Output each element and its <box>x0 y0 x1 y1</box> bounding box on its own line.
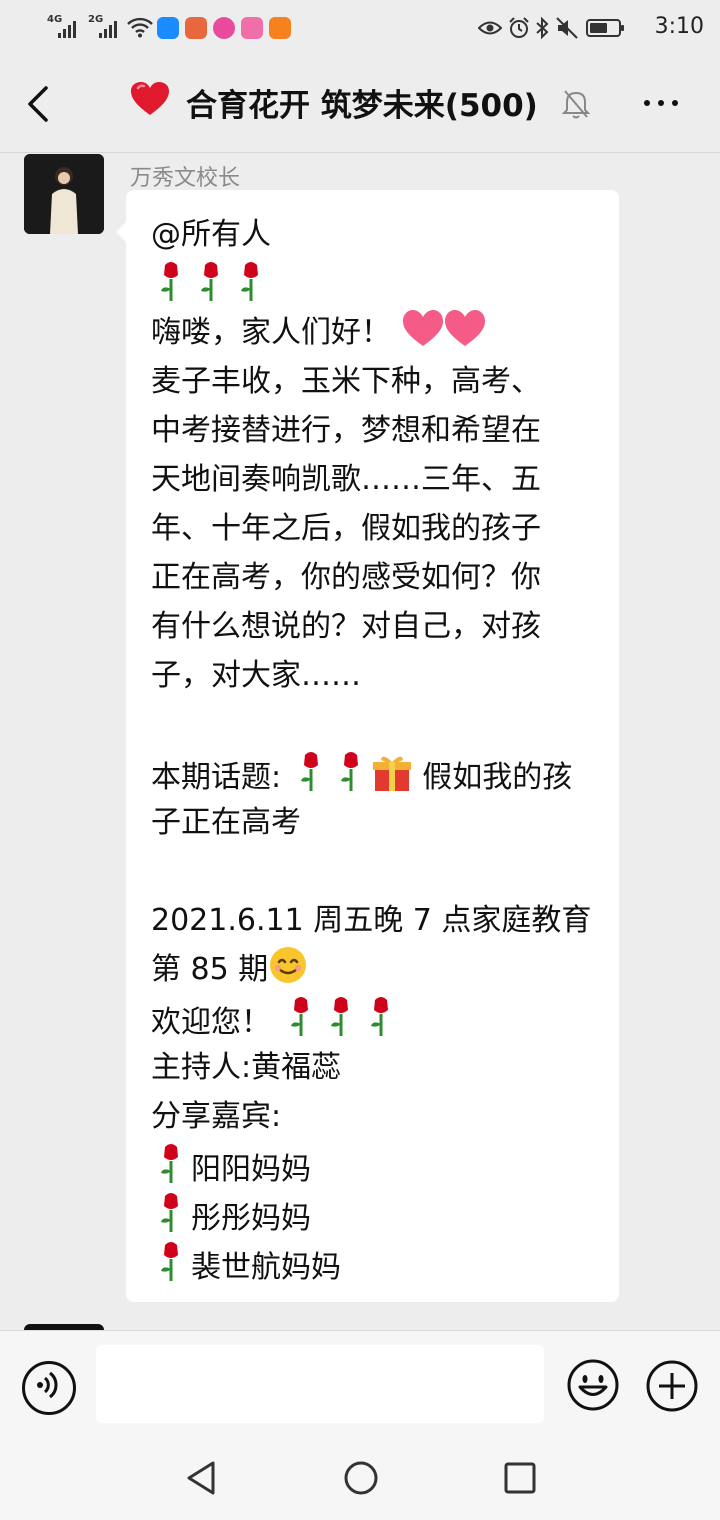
message-line: 年、十年之后，假如我的孩子 <box>151 511 541 546</box>
chat-title-text: 合育花开 筑梦未来(500) <box>186 88 538 124</box>
sender-avatar[interactable] <box>24 154 104 234</box>
message-line: 中考接替进行，梦想和希望在 <box>151 413 541 448</box>
message-text: @所有人 嗨喽，家人们好！ 麦子丰收，玉米下种，高考、 中考接替进行，梦想和希望… <box>151 210 601 1288</box>
more-options-icon[interactable] <box>644 100 678 106</box>
message-line: @所有人 <box>151 217 271 252</box>
gift-icon <box>371 753 413 808</box>
mute-icon <box>555 16 579 44</box>
browser-app-icon <box>269 17 291 39</box>
add-more-icon[interactable] <box>645 1359 699 1417</box>
message-line: 2021.6.11 周五晚 7 点家庭教育 <box>151 903 592 938</box>
message-line: 正在高考，你的感受如何？你 <box>151 560 541 595</box>
status-bar: 4G 2G 3:10 <box>0 0 720 58</box>
emoji-icon[interactable] <box>566 1358 620 1416</box>
clock-time: 3:10 <box>654 14 704 39</box>
message-line: 欢迎您！ <box>151 994 601 1043</box>
person-photo-icon <box>24 154 104 234</box>
signal-strength-icon <box>99 18 117 38</box>
nav-recents-icon[interactable] <box>504 1462 536 1498</box>
message-line: 第 85 期 <box>151 945 601 994</box>
message-line: 有什么想说的？对自己，对孩 <box>151 609 541 644</box>
signal-strength-icon <box>58 18 76 38</box>
message-line: 天地间奏响凯歌……三年、五 <box>151 462 541 497</box>
bilibili-app-icon <box>241 17 263 39</box>
topic-label: 本期话题: <box>151 760 282 795</box>
battery-icon <box>586 18 626 42</box>
message-line: 彤彤妈妈 <box>151 1190 601 1239</box>
message-line: 分享嘉宾: <box>151 1099 282 1134</box>
smiling-face-icon <box>268 945 308 1000</box>
back-arrow-icon[interactable] <box>26 84 50 128</box>
message-input[interactable] <box>96 1345 544 1423</box>
muted-bell-icon <box>561 88 591 124</box>
message-bubble[interactable]: @所有人 嗨喽，家人们好！ 麦子丰收，玉米下种，高考、 中考接替进行，梦想和希望… <box>116 190 619 1302</box>
chat-title: 合育花开 筑梦未来(500) <box>130 80 538 125</box>
bluetooth-icon <box>535 16 549 44</box>
greeting-text: 嗨喽，家人们好！ <box>151 315 391 350</box>
input-bar <box>0 1330 720 1441</box>
wifi-icon <box>127 16 153 42</box>
rose-icon <box>361 994 401 1053</box>
welcome-text: 欢迎您！ <box>151 1005 271 1040</box>
nav-home-icon[interactable] <box>343 1460 379 1500</box>
eye-icon <box>477 19 503 41</box>
rose-icon <box>151 1239 191 1298</box>
episode-text: 第 85 期 <box>151 952 269 987</box>
message-line: 麦子丰收，玉米下种，高考、 <box>151 364 541 399</box>
message-line: 裴世航妈妈 <box>151 1239 601 1288</box>
guest-name: 阳阳妈妈 <box>191 1152 311 1187</box>
heart-icon <box>130 81 170 125</box>
guest-name: 彤彤妈妈 <box>191 1201 311 1236</box>
topic-text: 假如我的孩 <box>422 760 573 795</box>
message-line: 子，对大家…… <box>151 658 361 693</box>
chat-header: 合育花开 筑梦未来(500) <box>0 58 720 153</box>
sender-name: 万秀文校长 <box>130 166 241 191</box>
message-line: 阳阳妈妈 <box>151 1141 601 1190</box>
news-app-icon <box>185 17 207 39</box>
message-line: 嗨喽，家人们好！ <box>151 308 601 357</box>
message-line: 本期话题: 假如我的孩 <box>151 749 601 798</box>
alarm-icon <box>507 16 531 44</box>
zhihu-app-icon <box>157 17 179 39</box>
nav-back-icon[interactable] <box>185 1460 217 1500</box>
rose-icon <box>331 749 371 808</box>
system-navigation-bar <box>0 1440 720 1520</box>
guest-name: 裴世航妈妈 <box>191 1250 341 1285</box>
voice-input-icon[interactable] <box>22 1361 76 1415</box>
social-app-icon <box>213 17 235 39</box>
message-line <box>151 259 601 308</box>
pink-heart-icon <box>401 308 487 363</box>
